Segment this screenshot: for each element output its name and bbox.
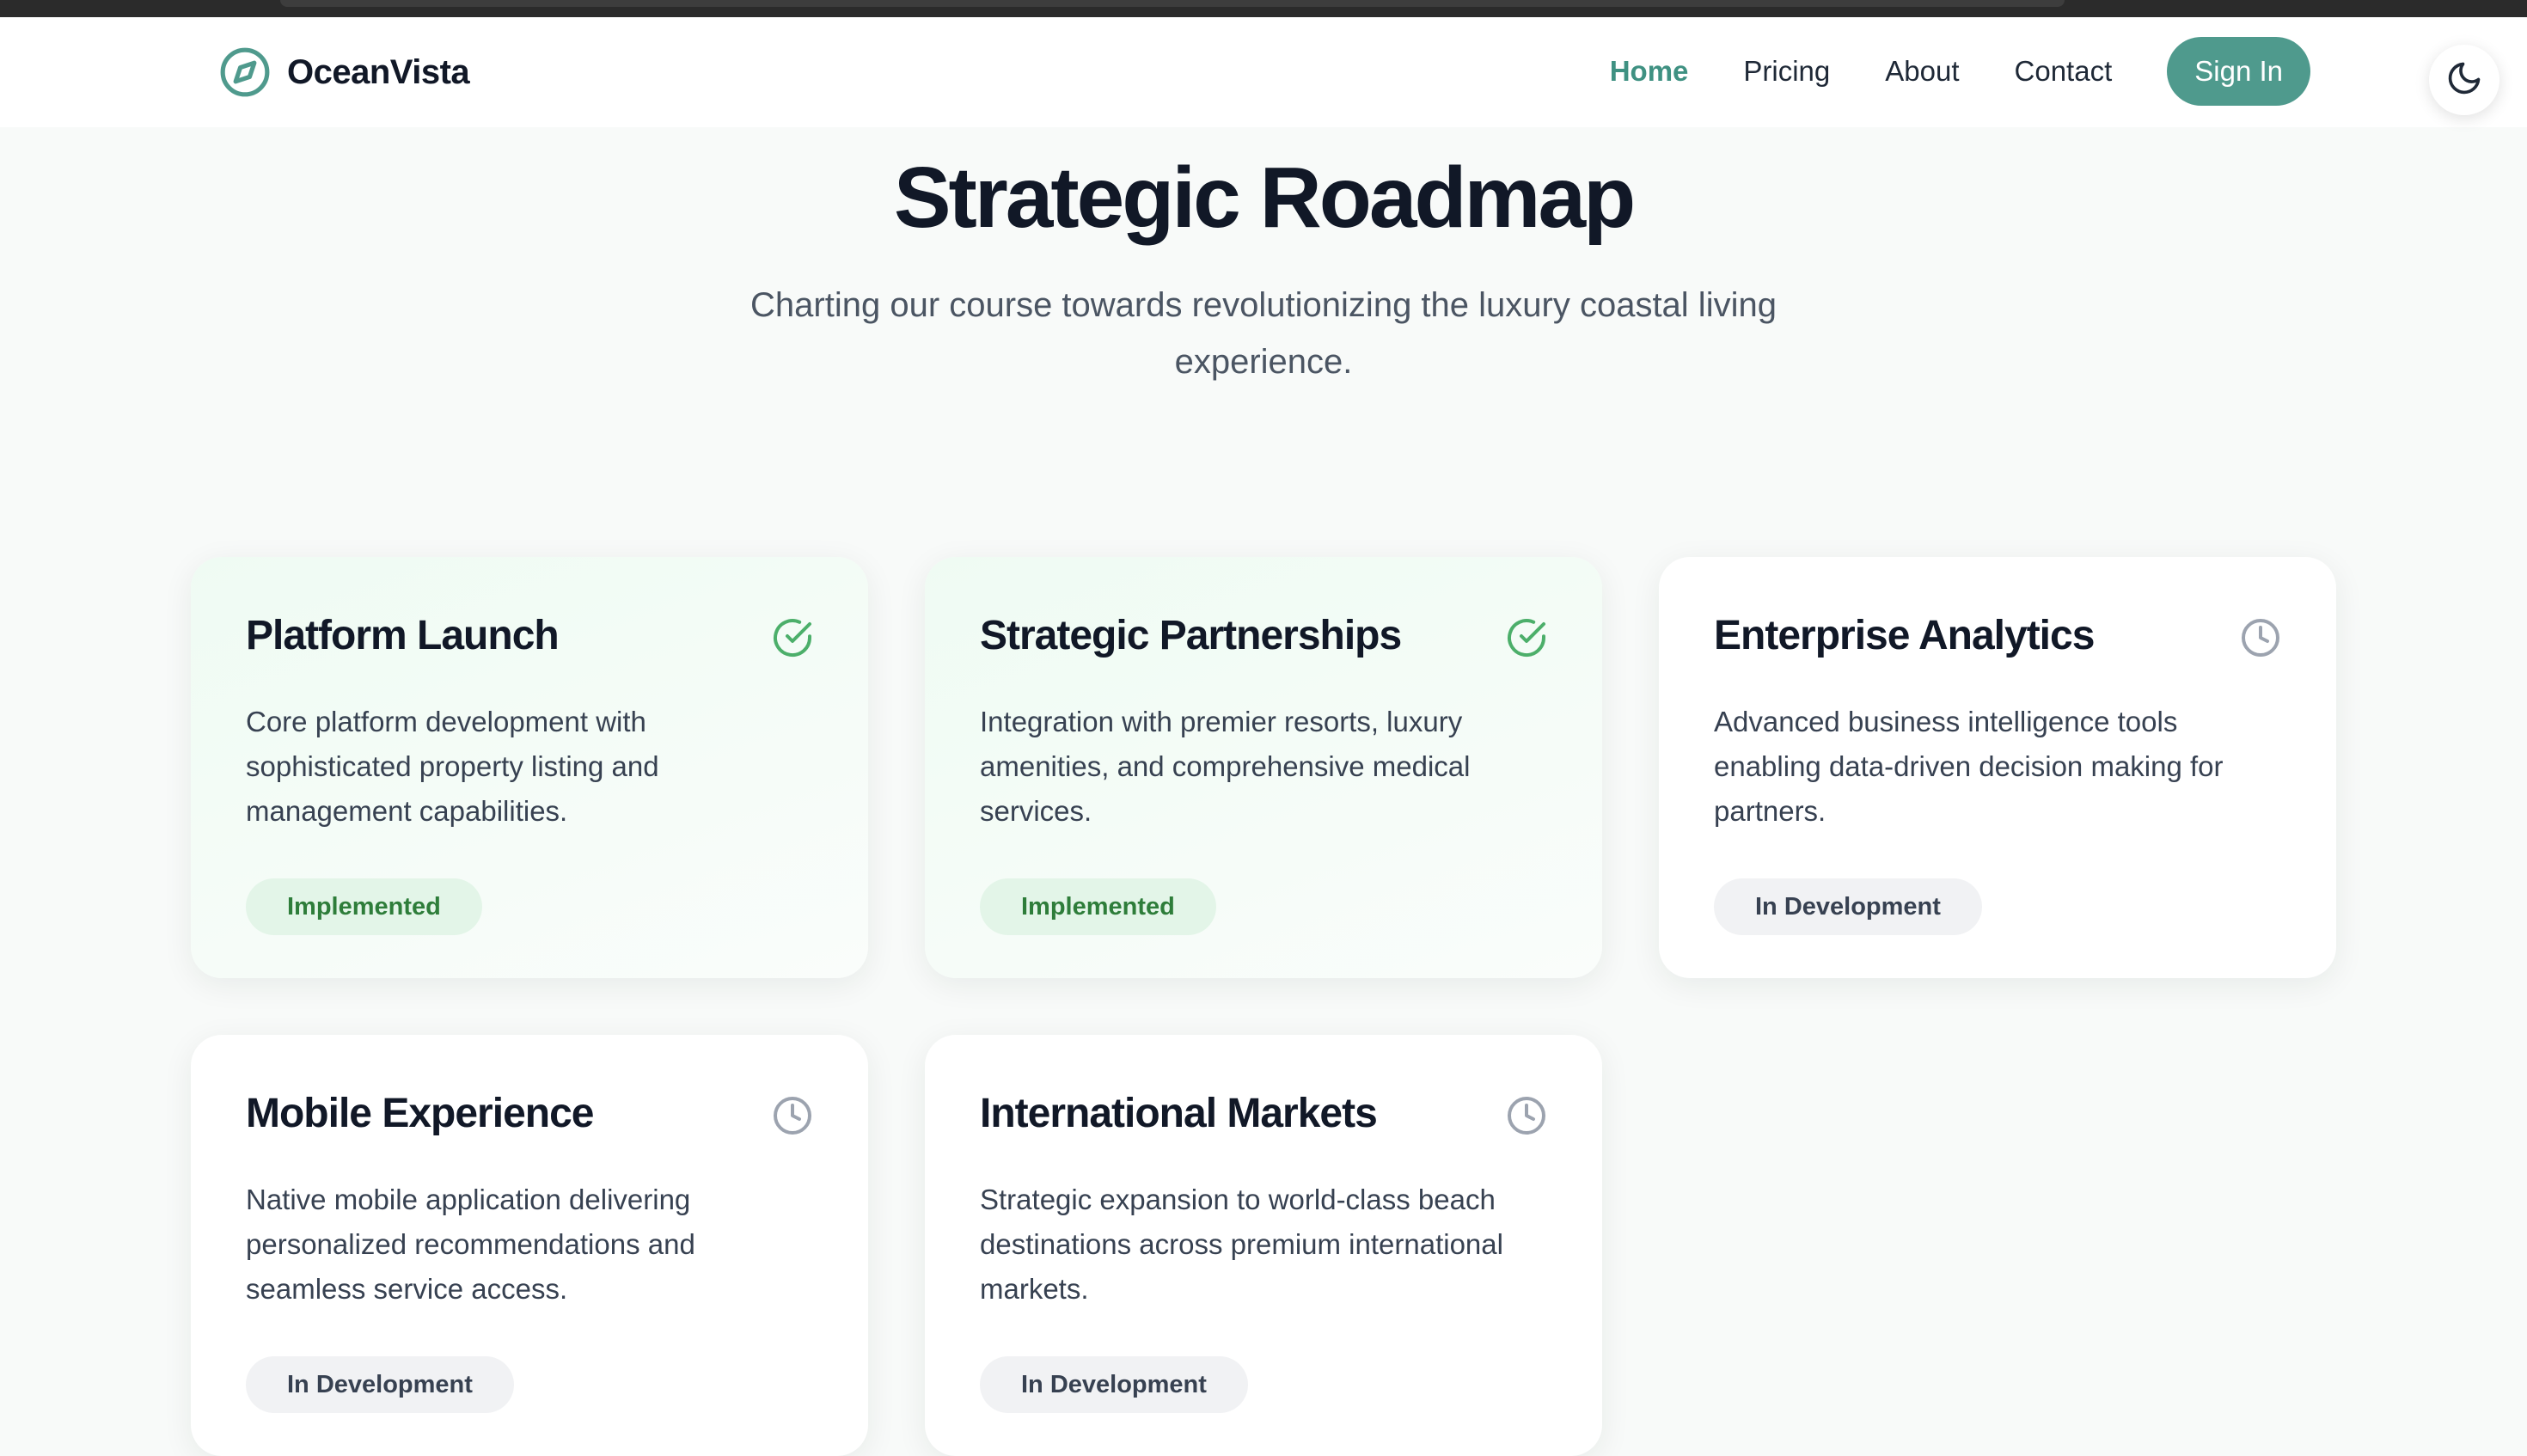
clock-icon [772,1095,813,1136]
main-nav: Home Pricing About Contact Sign In [1610,36,2310,107]
card-title: Mobile Experience [246,1091,594,1136]
moon-icon [2445,59,2483,101]
page-subtitle: Charting our course towards revolutioniz… [750,286,1777,381]
nav-home[interactable]: Home [1610,55,1689,88]
site-header: OceanVista Home Pricing About Contact Si… [0,17,2527,127]
status-badge: In Development [246,1356,514,1413]
roadmap-card-platform-launch: Platform Launch Core platform developmen… [191,557,868,978]
check-circle-icon [772,617,813,658]
card-title: International Markets [980,1091,1378,1136]
status-badge: Implemented [980,878,1216,935]
status-badge: In Development [1714,878,1982,935]
brand-logo[interactable]: OceanVista [218,45,470,100]
roadmap-card-enterprise-analytics: Enterprise Analytics Advanced business i… [1659,557,2336,978]
card-title: Enterprise Analytics [1714,613,2095,658]
card-title: Strategic Partnerships [980,613,1402,658]
roadmap-card-strategic-partnerships: Strategic Partnerships Integration with … [925,557,1602,978]
nav-pricing[interactable]: Pricing [1743,55,1830,88]
clock-icon [1506,1095,1547,1136]
theme-toggle-button[interactable] [2429,45,2499,115]
browser-top-strip [0,0,2527,17]
compass-icon [218,46,272,99]
roadmap-card-mobile-experience: Mobile Experience Native mobile applicat… [191,1035,868,1456]
status-badge: Implemented [246,878,482,935]
nav-contact[interactable]: Contact [2015,55,2113,88]
status-badge: In Development [980,1356,1248,1413]
card-description: Core platform development with sophistic… [246,706,659,827]
card-description: Strategic expansion to world-class beach… [980,1184,1503,1305]
card-description: Integration with premier resorts, luxury… [980,706,1471,827]
page-title: Strategic Roadmap [893,150,1636,246]
card-description: Native mobile application delivering per… [246,1184,695,1305]
nav-about[interactable]: About [1885,55,1959,88]
sign-in-button[interactable]: Sign In [2167,37,2310,106]
card-title: Platform Launch [246,613,560,658]
card-description: Advanced business intelligence tools ena… [1714,706,2224,827]
check-circle-icon [1506,617,1547,658]
roadmap-card-international-markets: International Markets Strategic expansio… [925,1035,1602,1456]
brand-name: OceanVista [287,52,470,91]
clock-icon [2240,617,2281,658]
browser-tab-bar [280,0,2065,7]
